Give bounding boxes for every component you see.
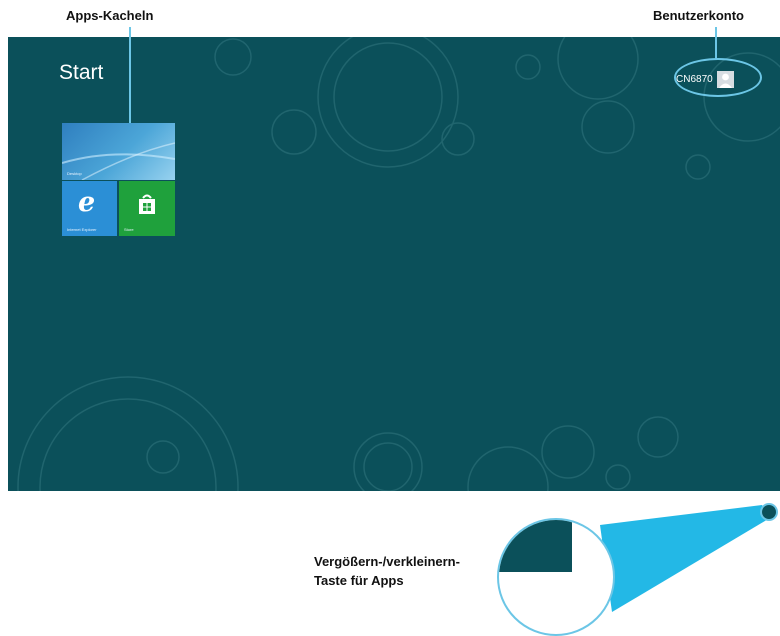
desktop-tile[interactable]: Desktop (62, 123, 175, 180)
start-title: Start (59, 61, 104, 84)
magnified-screen-corner (499, 520, 572, 572)
internet-explorer-tile[interactable]: e Internet Explorer (62, 181, 117, 236)
start-screen: Start Desktop e Internet Explorer Store … (8, 37, 780, 491)
leader-line-account (715, 27, 717, 60)
zoom-corner-highlight (760, 503, 778, 521)
callout-zoom-line1: Vergößern-/verkleinern- (314, 554, 460, 569)
callout-user-account: Benutzerkonto (653, 8, 744, 23)
internet-explorer-icon: e (78, 187, 96, 218)
callout-zoom-line2: Taste für Apps (314, 573, 404, 588)
zoom-magnifier (497, 518, 615, 636)
desktop-tile-label: Desktop (67, 171, 82, 176)
internet-explorer-tile-label: Internet Explorer (67, 227, 97, 232)
leader-line-apps (129, 27, 131, 123)
zoom-out-button[interactable] (564, 576, 575, 580)
callout-apps-tiles: Apps-Kacheln (66, 8, 154, 23)
store-icon (139, 194, 155, 214)
highlight-ring-account (674, 58, 762, 97)
store-tile-label: Store (124, 227, 134, 232)
store-tile[interactable]: Store (119, 181, 175, 236)
background-pattern (17, 37, 780, 491)
callout-zoom-button: Vergößern-/verkleinern- Taste für Apps (314, 552, 524, 590)
